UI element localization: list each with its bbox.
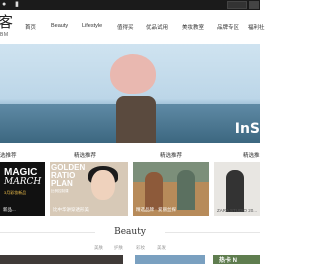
beauty-subnav-hair[interactable]: 美发 [157,245,166,251]
card-caption: ZARA STUDIO 20... [217,208,258,213]
nav-item-trial[interactable]: 优品试用 [146,23,168,31]
logo-subtext: BM [0,32,9,38]
logo-mark: 客 [0,13,14,31]
card-person-left [145,172,163,210]
card-caption: 比中华讲穿透形美 [53,207,89,212]
nav-item-worth-buying[interactable]: 值得买 [117,23,134,31]
beauty-article-image-3[interactable]: 热卡 N [213,255,260,264]
card-model-face [91,170,115,200]
section-label-3: 精选推荐 [160,153,183,159]
beauty-section-title: Beauty [114,227,146,237]
hero-banner[interactable]: InS [0,44,260,143]
card-model [226,170,244,212]
site-logo[interactable]: 客 BM [0,15,13,41]
beauty-subnav-makeup[interactable]: 彩妆 [136,245,145,251]
nav-item-brands[interactable]: 品牌专区 [217,23,239,31]
section-label-4: 精选推 [243,153,260,159]
feature-card-golden-ratio[interactable]: GOLDEN RATIO PLAN 比例控制课 比中华讲穿透形美 [50,162,128,216]
top-search-input[interactable] [227,1,247,9]
nav-item-home[interactable]: 首页 [25,23,36,31]
hero-hat [110,54,156,94]
card-person-right [177,170,195,210]
beauty-article-image-1[interactable] [0,255,123,264]
section-label-2: 精选推荐 [74,153,97,159]
card-tag: 比例控制课 [51,189,69,193]
main-header: 客 BM 首页 Beauty Lifestyle 值得买 优品试用 美妆教室 品… [0,10,265,44]
beauty-article-strip: 热卡 N [0,255,260,264]
beauty-article-overlay-text: 热卡 N [219,258,238,264]
top-utility-bar: ● ▮ [0,0,260,10]
section-label-1: 选推荐 [0,153,17,159]
feature-card-magic-march[interactable]: MAGIC MARCH 3月彩妆新品 新品... [0,162,45,216]
wechat-icon[interactable]: ● [2,1,6,9]
beauty-subnav-skin[interactable]: 美肤 [94,245,103,251]
top-search-button[interactable] [249,1,259,9]
card-title: GOLDEN RATIO PLAN [51,163,86,188]
nav-item-classroom[interactable]: 美妆教室 [182,23,204,31]
nav-item-lifestyle[interactable]: Lifestyle [82,23,102,29]
hero-brand-text: InS [234,121,260,137]
card-caption: 精选品牌 · 爱丽丝探 [136,207,176,212]
nav-item-beauty[interactable]: Beauty [51,23,68,29]
hero-model [116,96,156,143]
beauty-article-image-2[interactable] [135,255,205,264]
beauty-subnav-care[interactable]: 护肤 [114,245,123,251]
mobile-icon[interactable]: ▮ [15,1,19,9]
feature-card-zara[interactable]: ZARA STUDIO 20... [214,162,260,216]
feature-card-editorial[interactable]: 精选品牌 · 爱丽丝探 [133,162,209,216]
card-caption: 新品... [3,207,16,212]
card-title-line2: MARCH [4,177,42,187]
card-tag: 3月彩妆新品 [4,190,27,195]
nav-item-welfare[interactable]: 福利社 [248,23,265,31]
